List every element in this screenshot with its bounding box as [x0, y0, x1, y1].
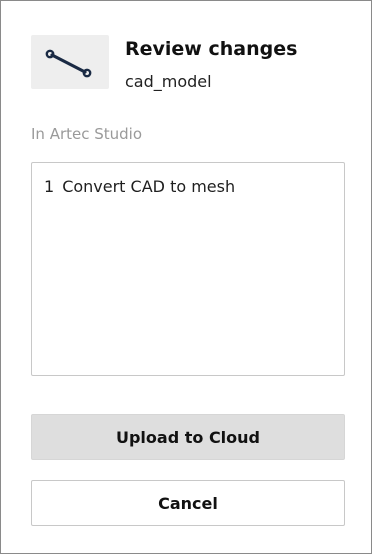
changes-section-label: In Artec Studio: [31, 125, 143, 143]
review-changes-dialog: Review changes cad_model In Artec Studio…: [0, 0, 372, 554]
change-text: Convert CAD to mesh: [62, 177, 236, 196]
list-item: 1 Convert CAD to mesh: [44, 177, 235, 196]
model-name: cad_model: [125, 72, 212, 91]
change-number: 1: [44, 177, 55, 196]
dialog-title: Review changes: [125, 38, 298, 60]
changes-list[interactable]: 1 Convert CAD to mesh: [31, 162, 345, 376]
cancel-button[interactable]: Cancel: [31, 480, 345, 526]
upload-to-cloud-button[interactable]: Upload to Cloud: [31, 414, 345, 460]
wrench-icon: [45, 49, 92, 78]
model-thumbnail: [31, 35, 109, 89]
